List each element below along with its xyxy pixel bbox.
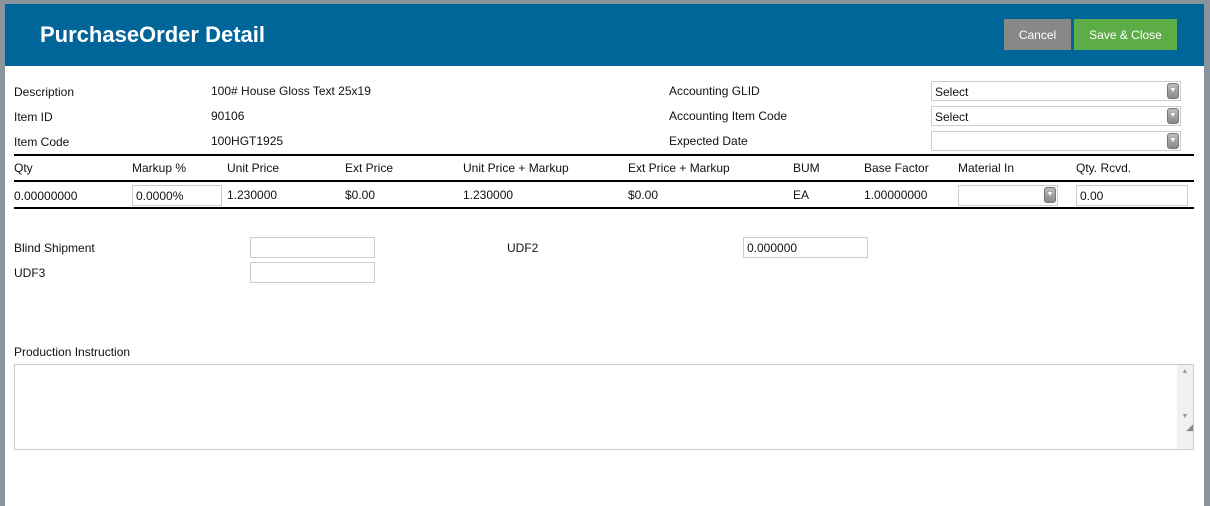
production-label: Production Instruction — [14, 345, 131, 359]
blind-shipment-input[interactable] — [250, 237, 375, 258]
item-code-value: 100HGT1925 — [211, 134, 284, 148]
col-ext-price: Ext Price — [345, 161, 394, 175]
scroll-up-icon[interactable]: ▲ — [1177, 368, 1193, 375]
resize-handle-icon[interactable]: ◢ — [1177, 422, 1193, 433]
col-qty-rcvd: Qty. Rcvd. — [1076, 161, 1132, 175]
item-code-label: Item Code — [14, 135, 70, 149]
divider — [14, 207, 1194, 209]
ext-price-value: $0.00 — [345, 188, 376, 202]
acct-item-select[interactable]: Select ▼ — [931, 106, 1181, 126]
qty-rcvd-input[interactable]: 0.00 — [1076, 185, 1188, 206]
glid-select[interactable]: Select ▼ — [931, 81, 1181, 101]
col-base-factor: Base Factor — [864, 161, 929, 175]
acct-item-value: Select — [935, 110, 969, 124]
item-id-label: Item ID — [14, 110, 53, 124]
description-label: Description — [14, 85, 75, 99]
divider — [14, 180, 1194, 182]
expected-date-select[interactable]: ▼ — [931, 131, 1181, 151]
udf2-input[interactable]: 0.000000 — [743, 237, 868, 258]
col-unit-markup: Unit Price + Markup — [463, 161, 569, 175]
acct-item-label: Accounting Item Code — [669, 109, 788, 123]
purchase-order-modal: PurchaseOrder Detail Cancel Save & Close… — [5, 4, 1204, 506]
blind-shipment-label: Blind Shipment — [14, 241, 95, 255]
scroll-down-icon[interactable]: ▼ — [1177, 413, 1193, 420]
expected-date-label: Expected Date — [669, 134, 748, 148]
base-factor-value: 1.00000000 — [864, 188, 928, 202]
col-unit-price: Unit Price — [227, 161, 280, 175]
col-bum: BUM — [793, 161, 820, 175]
modal-header: PurchaseOrder Detail Cancel Save & Close — [5, 4, 1204, 66]
col-material-in: Material In — [958, 161, 1015, 175]
markup-input[interactable]: 0.0000% — [132, 185, 222, 206]
chevron-down-icon: ▼ — [1167, 83, 1179, 99]
qty-value: 0.00000000 — [14, 189, 78, 203]
production-textarea[interactable]: ▲ ▼ ◢ — [14, 364, 1194, 450]
cancel-button[interactable]: Cancel — [1004, 19, 1071, 50]
bum-value: EA — [793, 188, 810, 202]
col-ext-markup: Ext Price + Markup — [628, 161, 730, 175]
page-title: PurchaseOrder Detail — [40, 22, 265, 47]
scrollbar[interactable]: ▲ ▼ ◢ — [1177, 365, 1193, 449]
divider — [14, 154, 1194, 156]
glid-value: Select — [935, 85, 969, 99]
unit-price-value: 1.230000 — [227, 188, 278, 202]
udf3-input[interactable] — [250, 262, 375, 283]
description-value: 100# House Gloss Text 25x19 — [211, 84, 371, 98]
unit-markup-value: 1.230000 — [463, 188, 514, 202]
udf2-label: UDF2 — [507, 241, 539, 255]
material-in-select[interactable]: ▼ — [958, 185, 1058, 206]
item-id-value: 90106 — [211, 109, 245, 123]
chevron-down-icon: ▼ — [1044, 187, 1056, 203]
col-qty: Qty — [14, 161, 33, 175]
chevron-down-icon: ▼ — [1167, 133, 1179, 149]
col-markup: Markup % — [132, 161, 187, 175]
ext-markup-value: $0.00 — [628, 188, 659, 202]
save-close-button[interactable]: Save & Close — [1074, 19, 1177, 50]
glid-label: Accounting GLID — [669, 84, 760, 98]
udf3-label: UDF3 — [14, 266, 46, 280]
chevron-down-icon: ▼ — [1167, 108, 1179, 124]
